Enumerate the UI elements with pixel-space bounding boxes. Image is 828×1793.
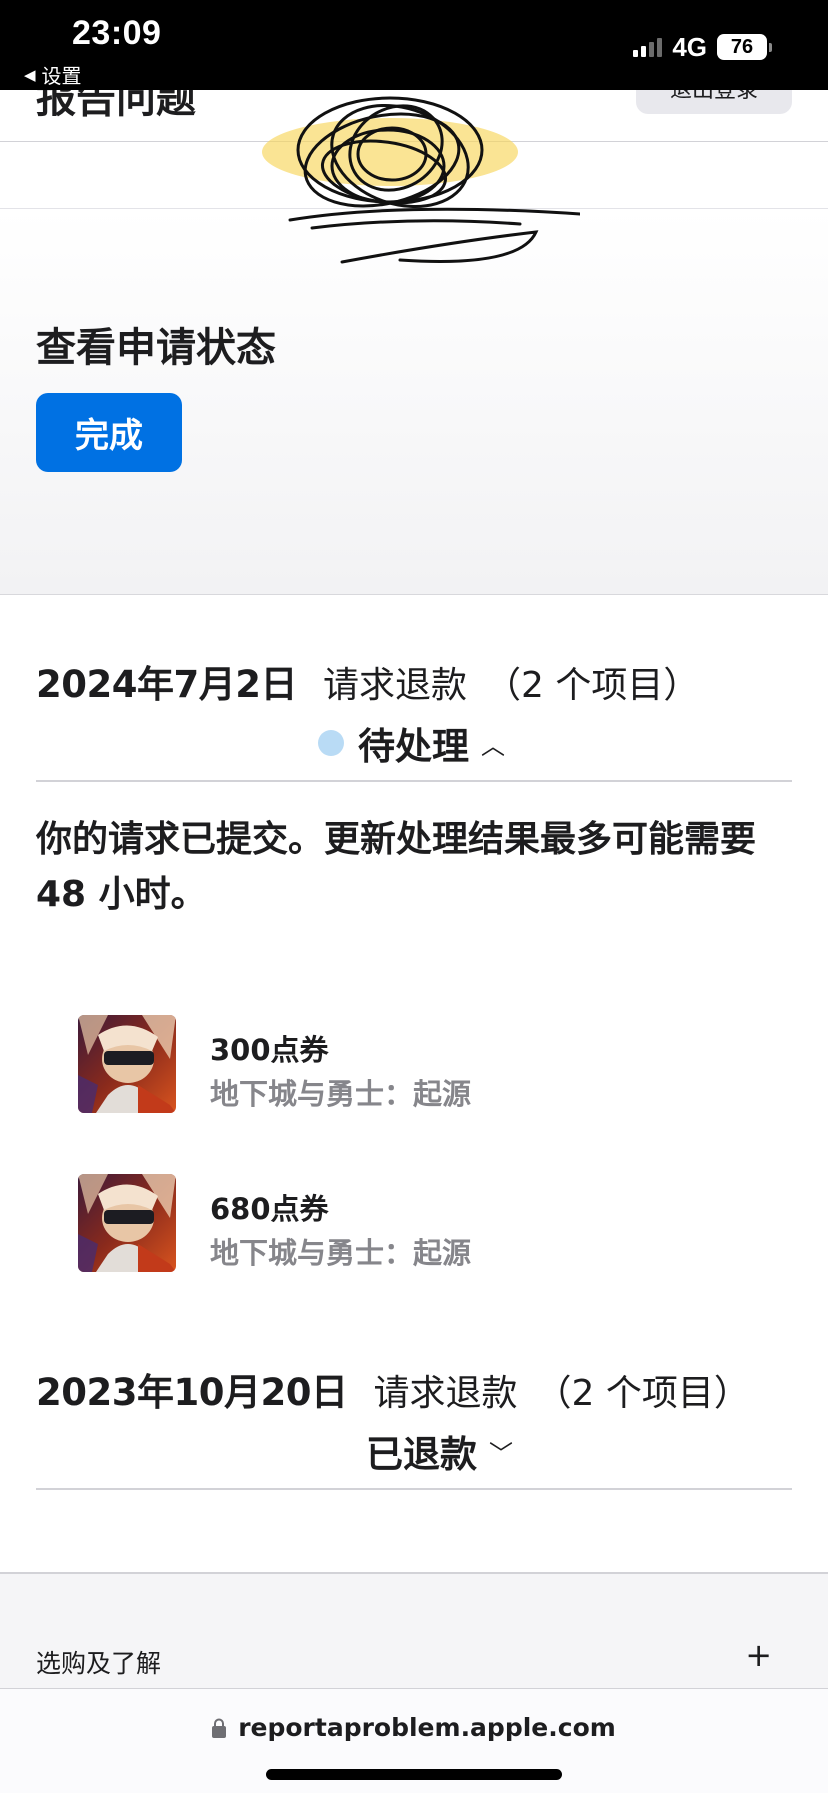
request-type: 请求退款 — [322, 665, 467, 706]
status-dot-icon — [318, 730, 344, 756]
request-divider — [36, 780, 792, 782]
request-message: 你的请求已提交。更新处理结果最多可能需要 48 小时。 — [36, 819, 757, 915]
request-header[interactable]: 2024年7月2日 请求退款 （2 个项目） 待处理 ︿ — [36, 654, 792, 770]
status-bar: 23:09 ◀ 设置 4G 76 — [0, 0, 828, 90]
url-text: reportaproblem.apple.com — [238, 1713, 616, 1742]
item-app-name: 地下城与勇士：起源 — [210, 1077, 472, 1111]
battery-icon: 76 — [717, 34, 772, 60]
expand-plus-icon[interactable]: + — [745, 1636, 772, 1674]
request-date: 2023年10月20日 — [36, 1371, 348, 1414]
battery-level: 76 — [717, 34, 767, 60]
request-item-count: （2 个项目） — [535, 1373, 750, 1414]
status-time: 23:09 — [72, 14, 162, 52]
back-to-settings-link[interactable]: ◀ 设置 — [24, 60, 82, 89]
done-button[interactable]: 完成 — [36, 393, 182, 472]
list-item: 300点券 地下城与勇士：起源 — [78, 1015, 778, 1113]
footer-section-label: 选购及了解 — [36, 1649, 162, 1678]
request-item-count: （2 个项目） — [484, 665, 700, 706]
page: 23:09 ◀ 设置 4G 76 报告问题 退出登录 查看申请状态 完成 202… — [0, 0, 828, 1793]
request-date: 2024年7月2日 — [36, 663, 297, 706]
back-triangle-icon: ◀ — [24, 65, 36, 84]
request-summary: 2023年10月20日 请求退款 （2 个项目） — [36, 1362, 792, 1416]
item-name: 680点券 — [210, 1192, 329, 1226]
app-icon — [78, 1015, 176, 1113]
request-summary: 2024年7月2日 请求退款 （2 个项目） — [36, 654, 792, 708]
request-status: 待处理 — [358, 725, 469, 768]
list-item: 680点券 地下城与勇士：起源 — [78, 1174, 778, 1272]
request-header[interactable]: 2023年10月20日 请求退款 （2 个项目） 已退款 ﹀ — [36, 1362, 792, 1478]
url-display: reportaproblem.apple.com — [0, 1713, 828, 1742]
item-name: 300点券 — [210, 1033, 329, 1067]
back-label: 设置 — [41, 64, 82, 88]
status-indicators: 4G 76 — [633, 32, 772, 62]
network-type: 4G — [672, 31, 707, 62]
item-app-name: 地下城与勇士：起源 — [210, 1236, 472, 1270]
hero-title: 查看申请状态 — [36, 325, 276, 371]
request-status-row: 已退款 ﹀ — [366, 1424, 792, 1478]
app-icon — [78, 1174, 176, 1272]
browser-url-bar[interactable]: reportaproblem.apple.com — [0, 1688, 828, 1793]
request-divider — [36, 1488, 792, 1490]
redaction-scribble — [262, 96, 580, 264]
footer-section[interactable]: 选购及了解 + — [0, 1572, 828, 1692]
lock-icon — [212, 1718, 227, 1738]
request-status-row: 待处理 ︿ — [318, 716, 792, 770]
request-status: 已退款 — [366, 1433, 477, 1476]
chevron-up-icon[interactable]: ︿ — [481, 726, 505, 761]
home-indicator[interactable] — [266, 1769, 562, 1780]
chevron-down-icon[interactable]: ﹀ — [489, 1434, 513, 1469]
request-type: 请求退款 — [373, 1373, 518, 1414]
cellular-signal-icon — [633, 37, 663, 57]
